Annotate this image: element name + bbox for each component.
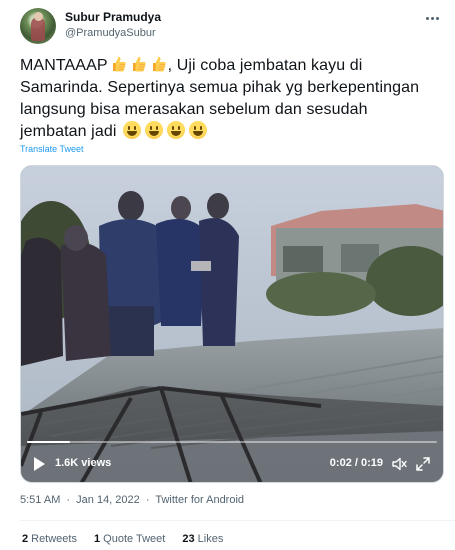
tweet-meta: 5:51 AM · Jan 14, 2022 · Twitter for And… (20, 494, 244, 506)
smile-icon (123, 121, 142, 139)
meta-separator: · (66, 494, 71, 506)
tweet-line-3: langsung bisa merasakan sebelum dan sesu… (20, 101, 368, 118)
tweet-text-part: , Uji coba jembatan kayu di (167, 57, 363, 74)
quotes-count: 1 (94, 533, 101, 545)
thumbs-emoji-group (108, 56, 168, 74)
quotes-label: Quote Tweet (103, 533, 166, 545)
tweet-time[interactable]: 5:51 AM (20, 494, 60, 506)
retweets-count: 2 (22, 533, 29, 545)
thumbs-up-icon (108, 56, 128, 74)
translate-tweet-link[interactable]: Translate Tweet (20, 144, 84, 154)
tweet-line-2: Samarinda. Sepertinya semua pihak yg ber… (20, 79, 420, 96)
likes-label: Likes (197, 533, 224, 545)
tweet-text-part: MANTAAAP (20, 57, 108, 74)
tweet-line-1: MANTAAAP , Uji coba jembatan kayu di (20, 55, 450, 77)
video-controls: 1.6K views 0:02 / 0:19 (21, 447, 443, 481)
tweet-text: MANTAAAP , Uji coba jembatan kayu di Sama… (20, 55, 450, 143)
play-icon[interactable] (33, 457, 45, 471)
user-name[interactable]: Subur Pramudya (65, 10, 161, 24)
video-time: 0:02 / 0:19 (329, 457, 383, 469)
retweets-label: Retweets (31, 533, 77, 545)
likes-stat[interactable]: 23 Likes (182, 533, 223, 545)
quote-tweets-stat[interactable]: 1 Quote Tweet (94, 533, 165, 545)
smile-emoji-group (121, 121, 209, 140)
retweets-stat[interactable]: 2 Retweets (22, 533, 77, 545)
video-progress-fill (27, 441, 71, 443)
volume-icon[interactable] (391, 456, 407, 472)
avatar[interactable] (20, 8, 56, 44)
divider (20, 520, 455, 521)
meta-separator: · (145, 494, 150, 506)
tweet-source[interactable]: Twitter for Android (155, 494, 244, 506)
smile-icon (167, 121, 186, 139)
user-handle[interactable]: @PramudyaSubur (65, 27, 156, 39)
tweet-header: Subur Pramudya @PramudyaSubur (20, 8, 441, 48)
video-progress-bar[interactable] (27, 441, 437, 443)
view-count: 1.6K views (55, 457, 112, 469)
video-player[interactable]: 1.6K views 0:02 / 0:19 (20, 165, 444, 483)
thumbs-up-icon (148, 56, 168, 74)
tweet-line-4: jembatan jadi (20, 121, 450, 143)
thumbs-up-icon (128, 56, 148, 74)
tweet-stats: 2 Retweets 1 Quote Tweet 23 Likes (22, 533, 237, 545)
more-icon[interactable] (423, 10, 441, 26)
fullscreen-icon[interactable] (415, 456, 431, 472)
video-frame (21, 166, 443, 482)
likes-count: 23 (182, 533, 195, 545)
tweet-date[interactable]: Jan 14, 2022 (76, 494, 140, 506)
tweet-text-part: jembatan jadi (20, 123, 117, 140)
smile-icon (145, 121, 164, 139)
smile-icon (189, 121, 208, 139)
